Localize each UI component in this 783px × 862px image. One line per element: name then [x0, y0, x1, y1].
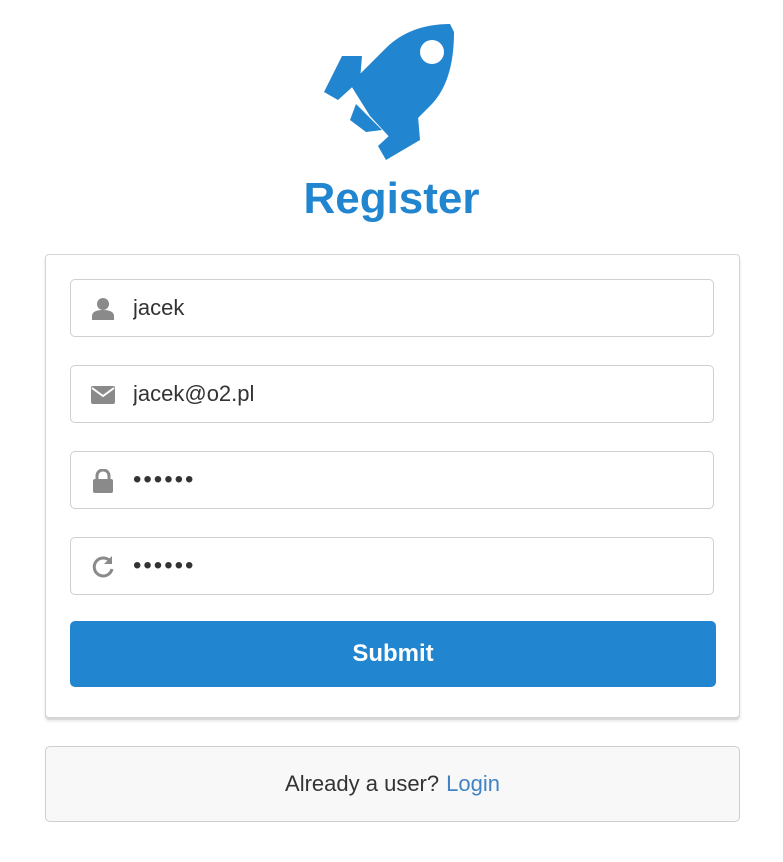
user-icon: [91, 298, 115, 320]
register-page: Register jacek jacek@o2.pl Submit Alread…: [0, 0, 783, 862]
username-input[interactable]: [133, 280, 703, 336]
register-form: Submit: [45, 254, 740, 718]
password-input[interactable]: [133, 452, 703, 508]
page-title: Register: [303, 174, 480, 223]
redo-icon: [91, 556, 115, 578]
email-field-wrapper: [70, 365, 714, 423]
login-link[interactable]: Login: [446, 771, 500, 797]
repeat-password-field-wrapper: [70, 537, 714, 595]
password-field-wrapper: [70, 451, 714, 509]
email-input[interactable]: [133, 366, 703, 422]
lock-icon: [91, 469, 115, 493]
submit-button[interactable]: Submit: [70, 621, 716, 687]
rocket-icon: [324, 24, 454, 160]
username-field-wrapper: [70, 279, 714, 337]
repeat-password-input[interactable]: [133, 538, 703, 594]
login-message: Already a user? Login: [45, 746, 740, 822]
envelope-icon: [91, 384, 115, 406]
login-prompt-text: Already a user?: [285, 771, 440, 796]
